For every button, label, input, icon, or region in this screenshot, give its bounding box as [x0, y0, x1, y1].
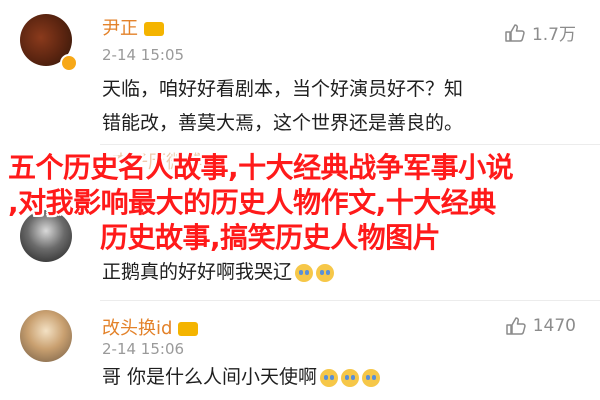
crying-emoji-icon [295, 263, 314, 282]
comment-text: 哥 你是什么人间小天使啊 [102, 360, 572, 394]
crown-icon [144, 22, 164, 36]
comment-text: 正鹅真的好好啊我哭辽 [102, 255, 572, 289]
username[interactable]: 尹正 [102, 14, 164, 40]
crown-icon [178, 322, 199, 336]
crying-emoji-icon [316, 263, 335, 282]
username-text: 尹正 [102, 18, 138, 39]
comment-text-line: 天临，咱好好看剧本，当个好演员好不？知 [102, 78, 464, 100]
like-button[interactable]: 1.7万 [504, 20, 576, 45]
thumb-up-icon [505, 317, 526, 335]
overlay-caption-line: ,对我影响最大的历史人物作文,十大经典 [8, 186, 496, 219]
like-button[interactable]: 1470 [505, 316, 576, 336]
overlay-caption: 五个历史名人故事,十大经典战争军事小说 ,对我影响最大的历史人物作文,十大经典 … [8, 150, 598, 255]
comment-list: 尹正 2-14 15:05 1.7万 天临，咱好好看剧本，当个好演员好不？知 错… [0, 0, 600, 400]
like-count: 1470 [532, 316, 576, 336]
comment-time: 2-14 15:05 [102, 46, 185, 64]
vip-badge-icon [60, 54, 78, 72]
avatar[interactable] [20, 310, 72, 362]
crying-emoji-icon [320, 368, 339, 387]
like-count: 1.7万 [531, 25, 576, 45]
comment-text-line: 错能改，善莫大焉，这个世界还是善良的。 [102, 112, 464, 134]
username-text: 改头换id [102, 318, 173, 339]
thumb-up-icon [505, 23, 525, 42]
crying-emoji-icon [341, 368, 360, 387]
divider [100, 300, 600, 301]
comment-text: 天临，咱好好看剧本，当个好演员好不？知 错能改，善莫大焉，这个世界还是善良的。 [102, 72, 572, 140]
comment-time: 2-14 15:06 [102, 340, 185, 358]
crying-emoji-icon [362, 368, 381, 387]
divider [100, 144, 600, 145]
overlay-caption-line: 历史故事,搞笑历史人物图片 [100, 221, 441, 254]
comment-text-line: 正鹅真的好好啊我哭辽 [102, 261, 293, 283]
username[interactable]: 改头换id [102, 314, 199, 340]
comment-text-line: 哥 你是什么人间小天使啊 [102, 366, 318, 388]
overlay-caption-line: 五个历史名人故事,十大经典战争军事小说 [8, 151, 514, 184]
